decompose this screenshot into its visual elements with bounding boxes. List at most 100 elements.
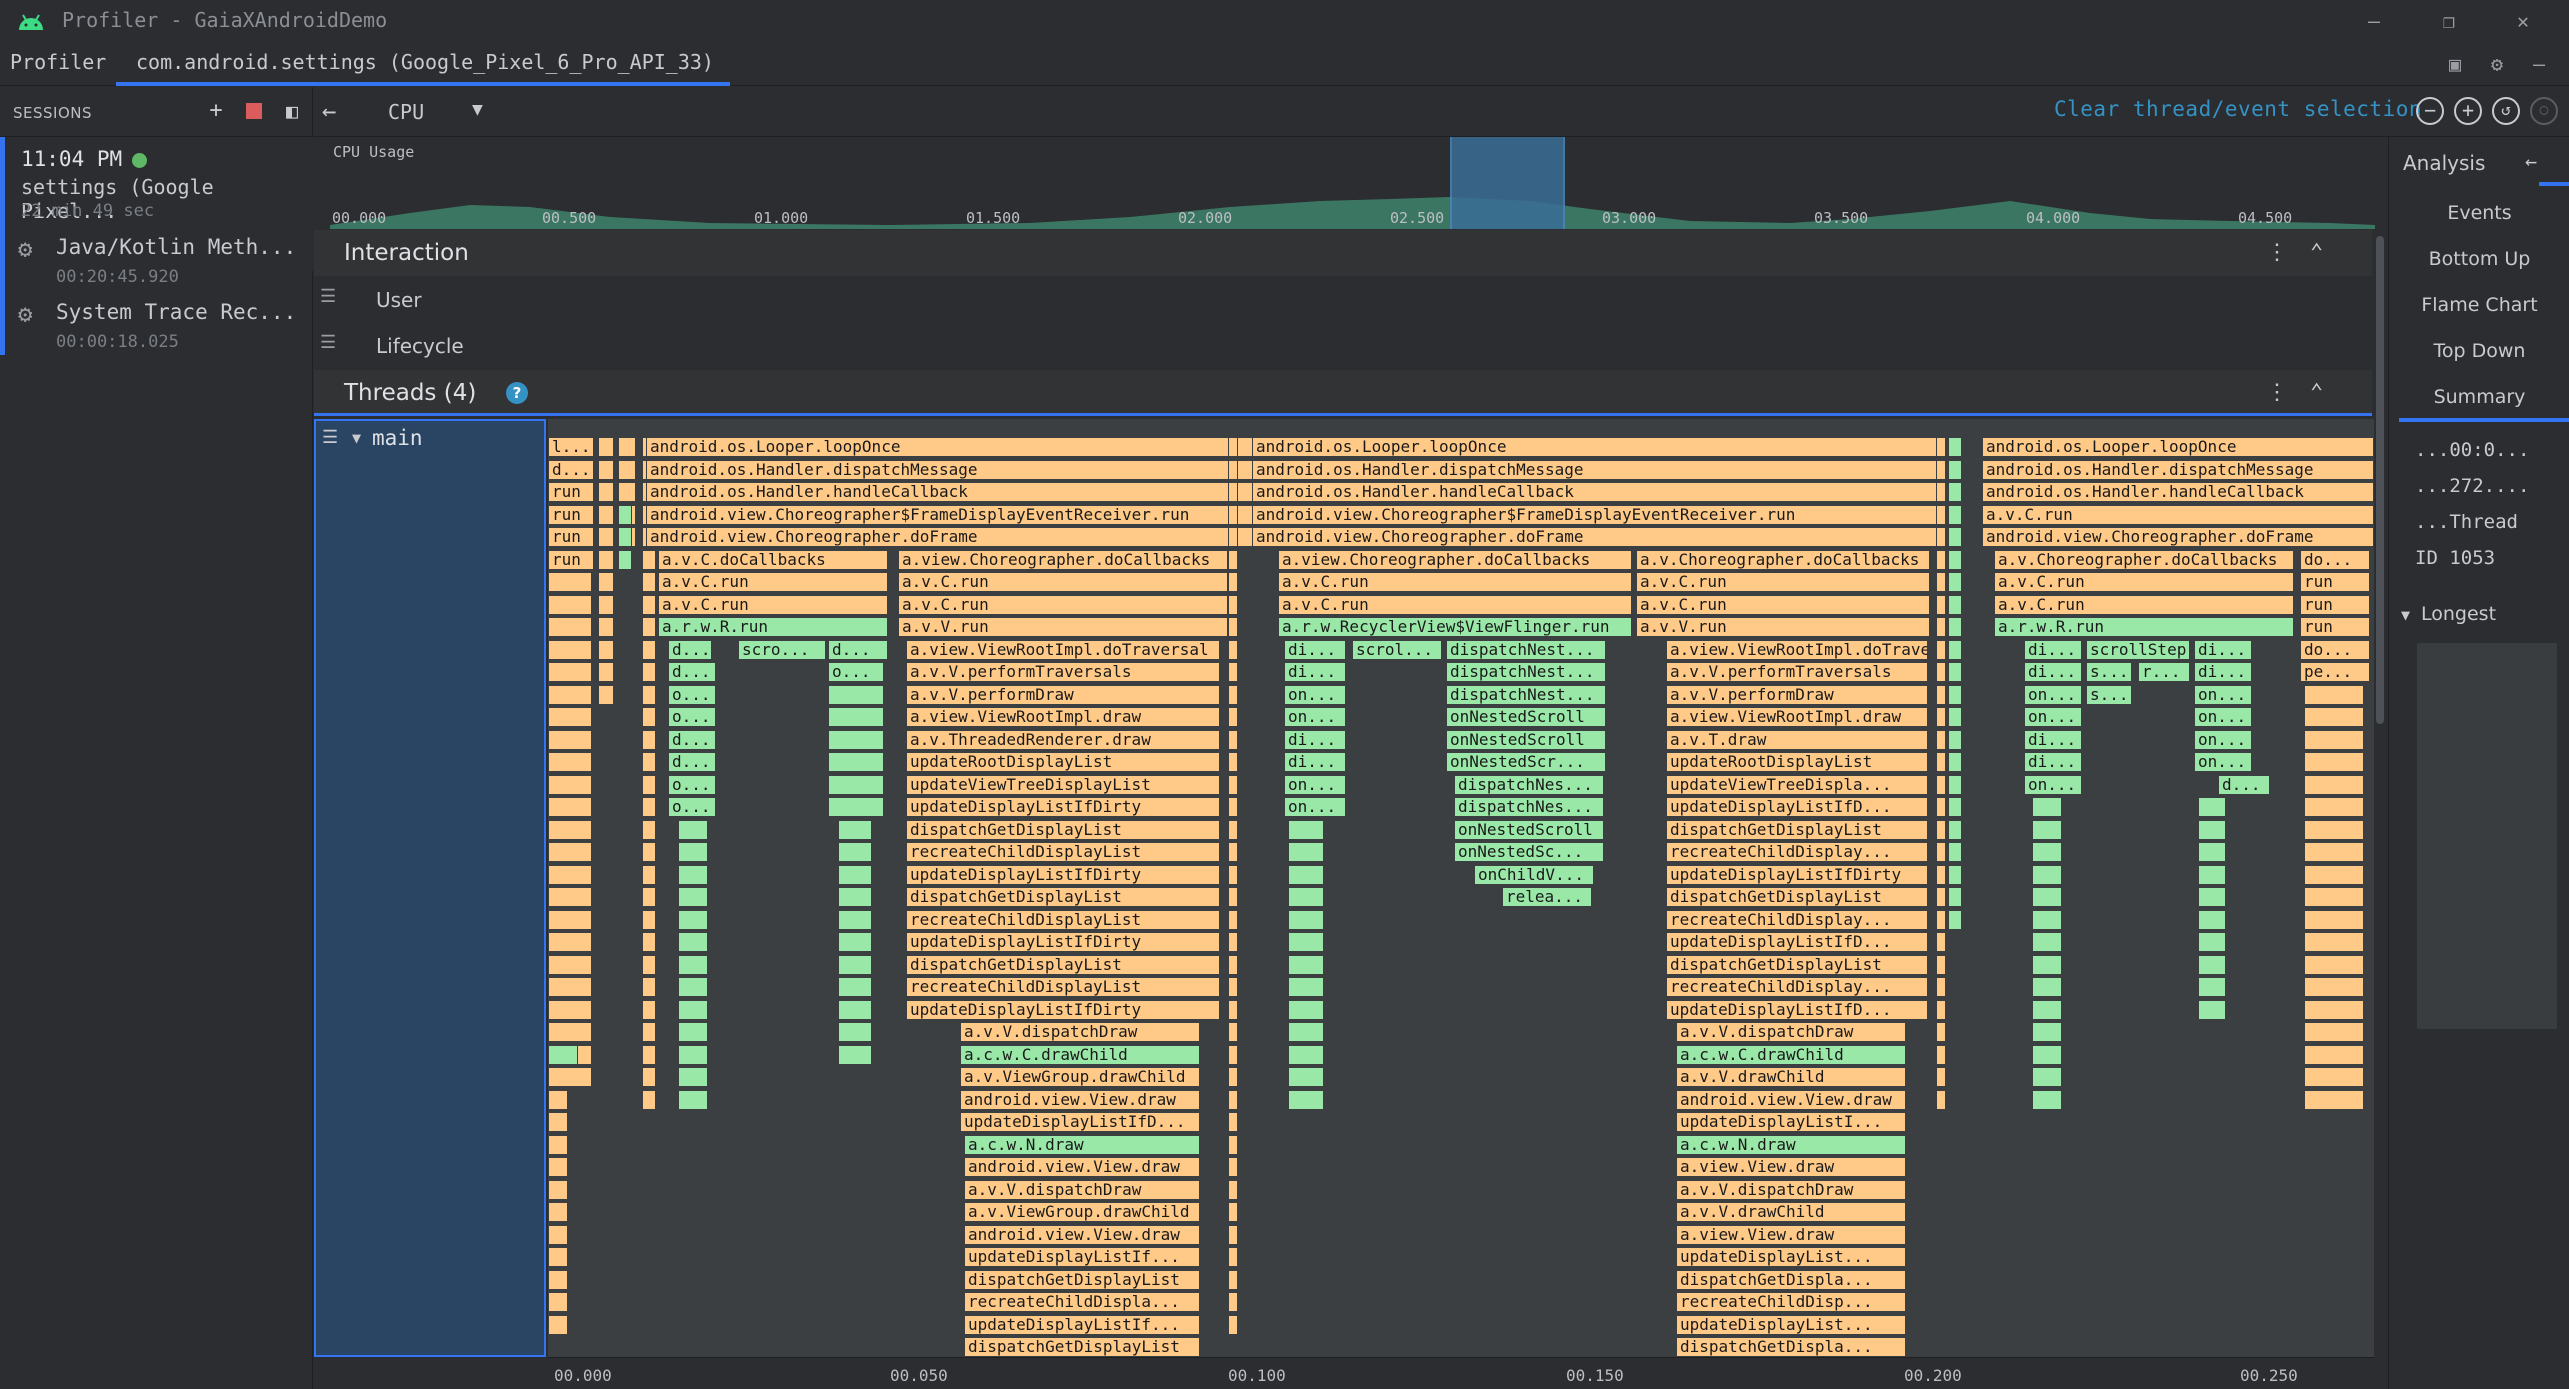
flame-frame[interactable] <box>1936 909 1946 930</box>
flame-frame[interactable]: on... <box>1284 774 1346 795</box>
flame-frame[interactable] <box>1948 482 1962 502</box>
flame-frame[interactable] <box>548 1044 578 1065</box>
flame-frame[interactable]: on... <box>2024 684 2082 705</box>
flame-frame[interactable] <box>1936 527 1946 547</box>
flame-frame[interactable] <box>1948 437 1962 457</box>
flame-frame[interactable]: android.view.Choreographer$FrameDisplayE… <box>1252 504 1938 525</box>
flame-frame[interactable] <box>678 887 708 907</box>
flame-frame[interactable] <box>678 1089 708 1110</box>
flame-frame[interactable] <box>2304 774 2364 795</box>
longest-section-label[interactable]: Longest <box>2421 603 2496 625</box>
flame-frame[interactable] <box>1936 707 1946 727</box>
flame-frame[interactable]: a.r.w.R.run <box>1994 617 2294 637</box>
flame-frame[interactable]: d... <box>2218 774 2270 795</box>
flame-frame[interactable] <box>548 797 592 817</box>
flame-frame[interactable]: a.c.w.N.draw <box>964 1134 1200 1155</box>
flame-frame[interactable]: dispatchNes... <box>1454 797 1604 817</box>
flame-frame[interactable]: scro... <box>738 639 826 660</box>
tab-top-down[interactable]: Top Down <box>2389 329 2569 373</box>
flame-frame[interactable]: a.v.C.run <box>1636 572 1930 592</box>
flame-frame[interactable] <box>1228 504 1238 525</box>
flame-frame[interactable] <box>678 842 708 862</box>
flame-frame[interactable] <box>548 707 592 727</box>
flame-frame[interactable]: di... <box>2024 662 2082 682</box>
flame-frame[interactable]: a.v.C.run <box>658 594 888 615</box>
flame-frame[interactable] <box>1936 819 1946 840</box>
stop-session-button[interactable] <box>240 97 268 125</box>
flame-frame[interactable] <box>2304 819 2364 840</box>
lane-user[interactable]: ☰ User <box>314 276 546 322</box>
flame-frame[interactable]: relea... <box>1502 887 1592 907</box>
flame-frame[interactable] <box>598 459 614 480</box>
vertical-scrollbar[interactable] <box>2374 230 2386 1370</box>
flame-frame[interactable]: di... <box>1284 662 1346 682</box>
flame-frame[interactable] <box>1936 977 1946 997</box>
flame-frame[interactable] <box>598 594 614 615</box>
flame-frame[interactable] <box>2304 1044 2364 1065</box>
flame-frame[interactable]: updateDisplayListIfD... <box>1666 797 1928 817</box>
flame-frame[interactable] <box>838 954 872 975</box>
flame-frame[interactable]: l... <box>548 437 594 457</box>
flame-frame[interactable]: android.view.View.draw <box>964 1157 1200 1177</box>
profiler-select[interactable]: CPU ▼ <box>376 95 496 129</box>
flame-frame[interactable] <box>2198 819 2226 840</box>
flame-frame[interactable]: on... <box>2194 752 2252 772</box>
flame-frame[interactable] <box>598 504 614 525</box>
flame-frame[interactable] <box>548 617 592 637</box>
flame-frame[interactable]: dispatchGetDisplayList <box>964 1269 1200 1290</box>
flame-frame[interactable] <box>548 887 592 907</box>
flame-frame[interactable] <box>1228 932 1238 952</box>
flame-frame[interactable] <box>1288 1044 1324 1065</box>
flame-frame[interactable]: a.v.C.run <box>1994 594 2294 615</box>
flame-frame[interactable] <box>1936 572 1946 592</box>
tab-summary[interactable]: Summary <box>2389 375 2569 419</box>
flame-frame[interactable] <box>598 684 614 705</box>
flame-frame[interactable] <box>642 909 656 930</box>
flame-frame[interactable]: updateDisplayList... <box>1676 1314 1906 1335</box>
flame-frame[interactable] <box>1936 437 1946 457</box>
flame-frame[interactable] <box>1228 1089 1238 1110</box>
flame-frame[interactable]: updateDisplayListIfDirty <box>906 999 1220 1020</box>
flame-frame[interactable]: android.view.Choreographer.doFrame <box>1982 527 2374 547</box>
flame-frame[interactable]: android.os.Handler.dispatchMessage <box>646 459 1266 480</box>
flame-frame[interactable] <box>548 729 592 750</box>
flame-frame[interactable] <box>1228 707 1238 727</box>
flame-frame[interactable] <box>598 437 614 457</box>
flame-frame[interactable]: a.v.V.dispatchDraw <box>960 1022 1200 1042</box>
flame-frame[interactable]: updateDisplayListIfDirty <box>906 797 1220 817</box>
scrollbar-thumb[interactable] <box>2376 236 2384 724</box>
flame-frame[interactable]: a.v.Choreographer.doCallbacks <box>1994 549 2294 570</box>
flame-frame[interactable] <box>1228 639 1238 660</box>
flame-frame[interactable] <box>1936 842 1946 862</box>
flame-frame[interactable]: a.c.w.N.draw <box>1676 1134 1906 1155</box>
flame-frame[interactable]: a.v.T.draw <box>1666 729 1928 750</box>
flame-frame[interactable]: run <box>548 482 594 502</box>
flame-frame[interactable] <box>1228 1314 1238 1335</box>
flame-frame[interactable]: android.os.Handler.handleCallback <box>646 482 1266 502</box>
flame-frame[interactable] <box>678 932 708 952</box>
flame-frame[interactable] <box>2198 999 2226 1020</box>
flame-frame[interactable] <box>1288 932 1324 952</box>
flame-frame[interactable]: updateViewTreeDisplayList <box>906 774 1220 795</box>
flame-frame[interactable] <box>678 1044 708 1065</box>
flame-frame[interactable] <box>548 639 592 660</box>
flame-frame[interactable] <box>838 932 872 952</box>
flame-frame[interactable]: a.v.C.run <box>1278 572 1632 592</box>
flame-frame[interactable] <box>828 707 884 727</box>
flame-frame[interactable] <box>1948 459 1962 480</box>
flame-frame[interactable] <box>1228 1112 1238 1132</box>
tab-bottom-up[interactable]: Bottom Up <box>2389 237 2569 281</box>
flame-frame[interactable] <box>1228 1179 1238 1200</box>
drag-handle-icon[interactable]: ☰ <box>320 332 336 353</box>
flame-frame[interactable] <box>828 797 884 817</box>
flame-frame[interactable] <box>1936 1022 1946 1042</box>
expand-triangle-icon[interactable]: ▼ <box>352 429 361 447</box>
flame-frame[interactable] <box>1288 887 1324 907</box>
flame-frame[interactable]: updateDisplayList... <box>1676 1247 1906 1267</box>
gear-icon[interactable]: ⚙ <box>2484 52 2510 78</box>
flame-frame[interactable] <box>548 1179 568 1200</box>
flame-frame[interactable] <box>598 527 614 547</box>
add-session-button[interactable]: + <box>202 97 230 125</box>
flame-frame[interactable] <box>2304 752 2364 772</box>
flame-frame[interactable] <box>828 684 884 705</box>
